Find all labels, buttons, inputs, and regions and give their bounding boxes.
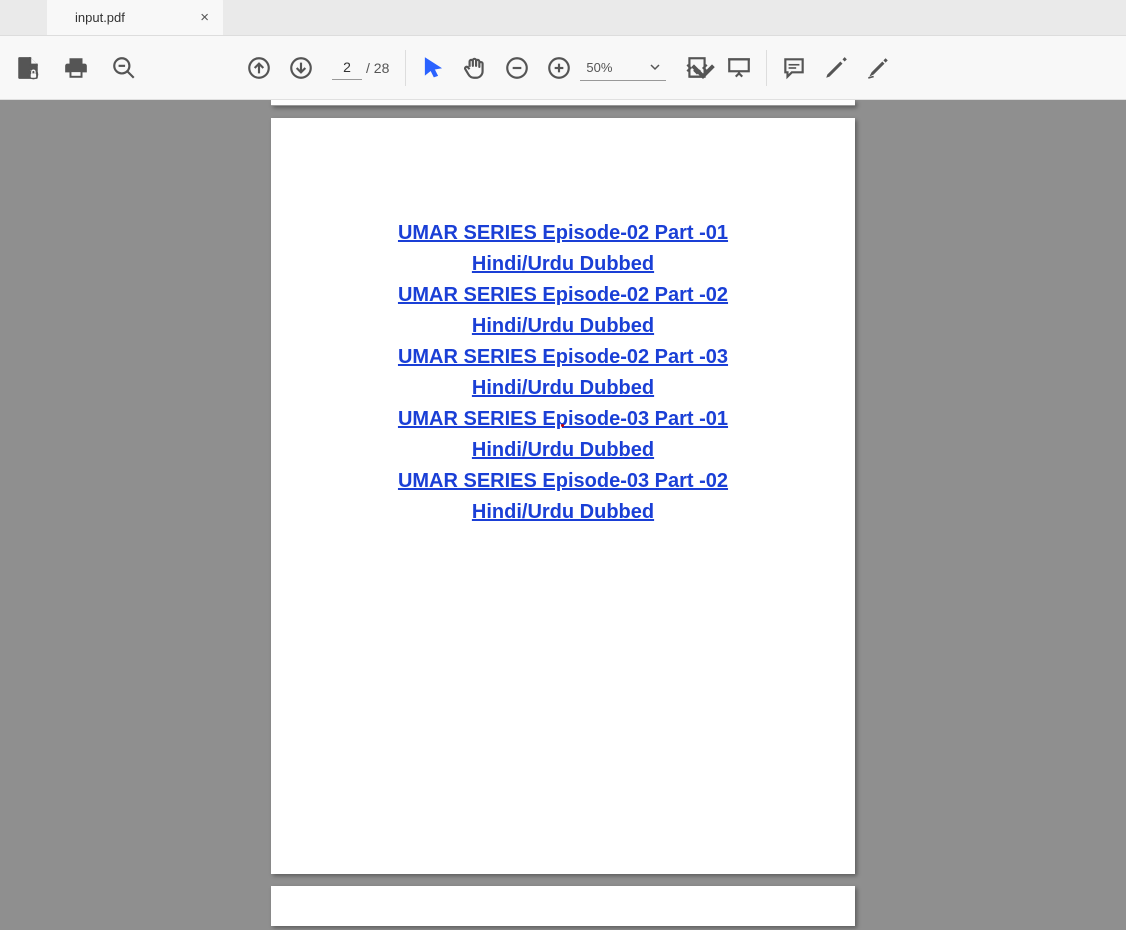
tab-bar: input.pdf ×: [0, 0, 1126, 36]
zoom-in-button[interactable]: [538, 44, 580, 92]
toolbar: / 28 50%: [0, 36, 1126, 100]
arrow-down-circle-icon: [288, 55, 314, 81]
fit-width-button[interactable]: [676, 44, 718, 92]
close-icon[interactable]: ×: [196, 10, 213, 25]
zoom-value: 50%: [586, 60, 612, 75]
hand-tool-button[interactable]: [454, 44, 496, 92]
pdf-page-prev: [271, 100, 855, 106]
pdf-page-current: UMAR SERIES Episode-02 Part -01 Hindi/Ur…: [271, 118, 855, 874]
zoom-out-button[interactable]: [496, 44, 538, 92]
comment-icon: [781, 55, 807, 81]
highlighter-icon: [865, 55, 891, 81]
page-total: / 28: [366, 60, 389, 76]
magnifier-minus-icon: [111, 55, 137, 81]
minus-circle-icon: [504, 55, 530, 81]
print-button[interactable]: [52, 44, 100, 92]
toolbar-separator: [405, 50, 406, 86]
plus-circle-icon: [546, 55, 572, 81]
document-tab[interactable]: input.pdf ×: [47, 0, 223, 35]
prev-page-button[interactable]: [238, 44, 280, 92]
document-viewer[interactable]: UMAR SERIES Episode-02 Part -01 Hindi/Ur…: [0, 100, 1126, 930]
pencil-icon: [823, 55, 849, 81]
document-link[interactable]: UMAR SERIES Episode-03 Part -01 Hindi/Ur…: [331, 404, 795, 466]
save-button[interactable]: [4, 44, 52, 92]
zoom-select[interactable]: 50%: [580, 55, 666, 81]
presentation-icon: [726, 55, 752, 81]
cursor-icon: [420, 55, 446, 81]
chevron-down-icon: [690, 58, 716, 84]
zoom-out-find-button[interactable]: [100, 44, 148, 92]
draw-button[interactable]: [815, 44, 857, 92]
highlight-button[interactable]: [857, 44, 899, 92]
presentation-mode-button[interactable]: [718, 44, 760, 92]
tab-title: input.pdf: [75, 10, 125, 25]
save-icon: [15, 55, 41, 81]
arrow-up-circle-icon: [246, 55, 272, 81]
caret-dot: [561, 424, 564, 427]
print-icon: [63, 55, 89, 81]
tab-spacer: [0, 0, 47, 35]
select-tool-button[interactable]: [412, 44, 454, 92]
toolbar-separator: [766, 50, 767, 86]
hand-icon: [462, 55, 488, 81]
comment-button[interactable]: [773, 44, 815, 92]
next-page-button[interactable]: [280, 44, 322, 92]
pdf-page-next: [271, 886, 855, 926]
document-link[interactable]: UMAR SERIES Episode-02 Part -03 Hindi/Ur…: [331, 342, 795, 404]
page-number-input[interactable]: [332, 56, 362, 80]
document-link[interactable]: UMAR SERIES Episode-03 Part -02 Hindi/Ur…: [331, 466, 795, 528]
chevron-down-icon: [650, 60, 660, 75]
document-link[interactable]: UMAR SERIES Episode-02 Part -02 Hindi/Ur…: [331, 280, 795, 342]
document-link[interactable]: UMAR SERIES Episode-02 Part -01 Hindi/Ur…: [331, 218, 795, 280]
